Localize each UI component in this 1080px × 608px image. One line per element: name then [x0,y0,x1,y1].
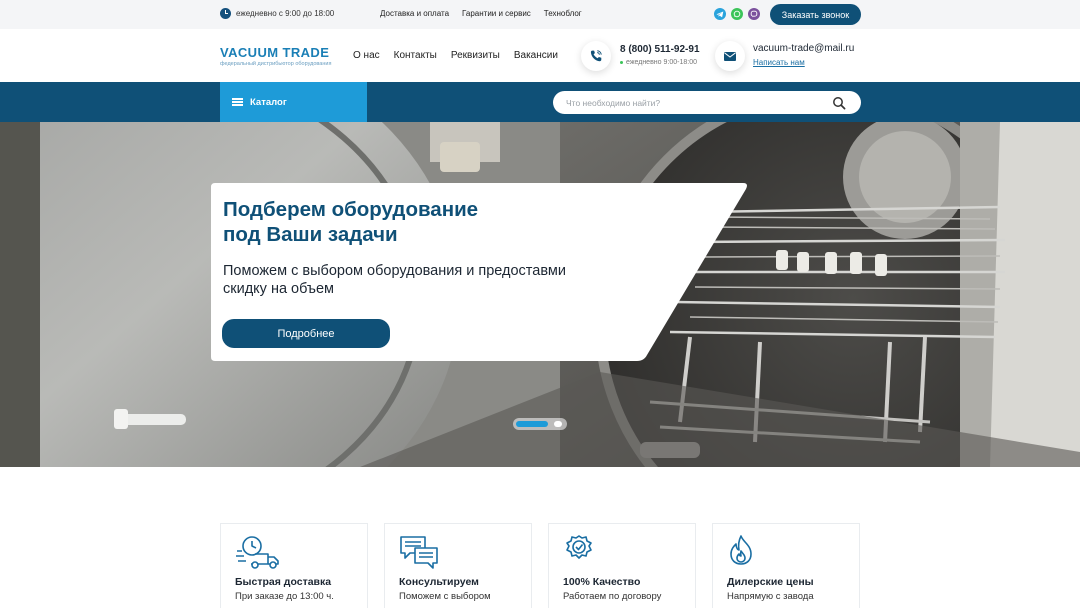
slider-dot[interactable] [554,421,562,427]
catalog-bar: Каталог [0,82,1080,122]
phone-number[interactable]: 8 (800) 511-92-91 [620,44,700,55]
feature-title: Консультируем [399,576,479,588]
logo[interactable]: VACUUM TRADE федеральный дистрибьютор об… [220,45,331,67]
menu-icon [232,98,243,106]
feature-title: Быстрая доставка [235,576,332,588]
hero-text: Поможем с выбором оборудования и предост… [223,262,603,298]
logo-title: VACUUM TRADE [220,45,330,60]
feature-title: Дилерские цены [727,576,814,588]
write-us-link[interactable]: Написать нам [753,58,805,67]
phone-hours: ежедневно 9:00-18:00 [620,59,697,66]
catalog-label: Каталог [250,96,287,108]
hero-slider: Подберем оборудование под Ваши задачи По… [0,122,1080,467]
search-input[interactable] [566,91,826,114]
quality-badge-icon [566,535,592,559]
order-call-button[interactable]: Заказать звонок [770,4,861,25]
slider-dot-active[interactable] [516,421,548,427]
feature-desc: При заказе до 13:00 ч. [235,591,334,602]
link-guarantee[interactable]: Гарантии и сервис [462,9,531,18]
header: VACUUM TRADE федеральный дистрибьютор об… [0,29,1080,82]
feature-desc: Работаем по договору [563,591,662,602]
email-address[interactable]: vacuum-trade@mail.ru [753,43,854,54]
slider-pagination [513,418,567,430]
feature-card-consult: Консультируем Поможем с выбором [384,523,532,608]
feature-card-delivery: Быстрая доставка При заказе до 13:00 ч. [220,523,368,608]
catalog-button[interactable]: Каталог [220,82,367,122]
feature-desc: Напрямую с завода [727,591,814,602]
whatsapp-icon[interactable] [731,8,743,20]
feature-card-quality: 100% Качество Работаем по договору [548,523,696,608]
features-section: Быстрая доставка При заказе до 13:00 ч. … [0,467,1080,608]
hero-text-line1: Поможем с выбором оборудования и предост… [223,263,566,279]
nav-about[interactable]: О нас [353,50,380,61]
link-techblog[interactable]: Техноблог [544,9,582,18]
logo-subtitle: федеральный дистрибьютор оборудования [220,61,332,67]
phone-icon[interactable] [581,41,611,71]
search-icon[interactable] [832,96,846,110]
top-bar: ежедневно с 9:00 до 18:00 Доставка и опл… [0,0,1080,29]
nav-vacancies[interactable]: Вакансии [514,50,558,61]
hero-title: Подберем оборудование под Ваши задачи [223,197,583,247]
main-nav: О нас Контакты Реквизиты Вакансии [353,50,558,61]
clock-icon [220,8,231,19]
working-hours: ежедневно с 9:00 до 18:00 [220,8,334,19]
hero-text-line2: скидку на объем [223,281,335,297]
hero-card: Подберем оборудование под Ваши задачи По… [211,183,749,361]
chat-bubbles-icon [400,536,438,569]
telegram-icon[interactable] [714,8,726,20]
delivery-truck-icon [236,536,279,569]
feature-title: 100% Качество [563,576,641,588]
hero-title-line2: под Ваши задачи [223,223,398,246]
flame-icon [730,535,752,565]
feature-card-prices: Дилерские цены Напрямую с завода [712,523,860,608]
feature-desc: Поможем с выбором [399,591,491,602]
more-button[interactable]: Подробнее [222,319,390,348]
nav-contacts[interactable]: Контакты [394,50,437,61]
search-box [553,91,861,114]
hero-title-line1: Подберем оборудование [223,198,479,221]
mail-icon[interactable] [715,41,745,71]
nav-requisites[interactable]: Реквизиты [451,50,500,61]
phone-hours-text: ежедневно 9:00-18:00 [626,59,697,66]
top-links: Доставка и оплата Гарантии и сервис Техн… [380,9,582,18]
viber-icon[interactable] [748,8,760,20]
social-links [714,8,760,20]
status-dot [620,61,623,64]
link-delivery[interactable]: Доставка и оплата [380,9,449,18]
working-hours-text: ежедневно с 9:00 до 18:00 [236,9,335,18]
